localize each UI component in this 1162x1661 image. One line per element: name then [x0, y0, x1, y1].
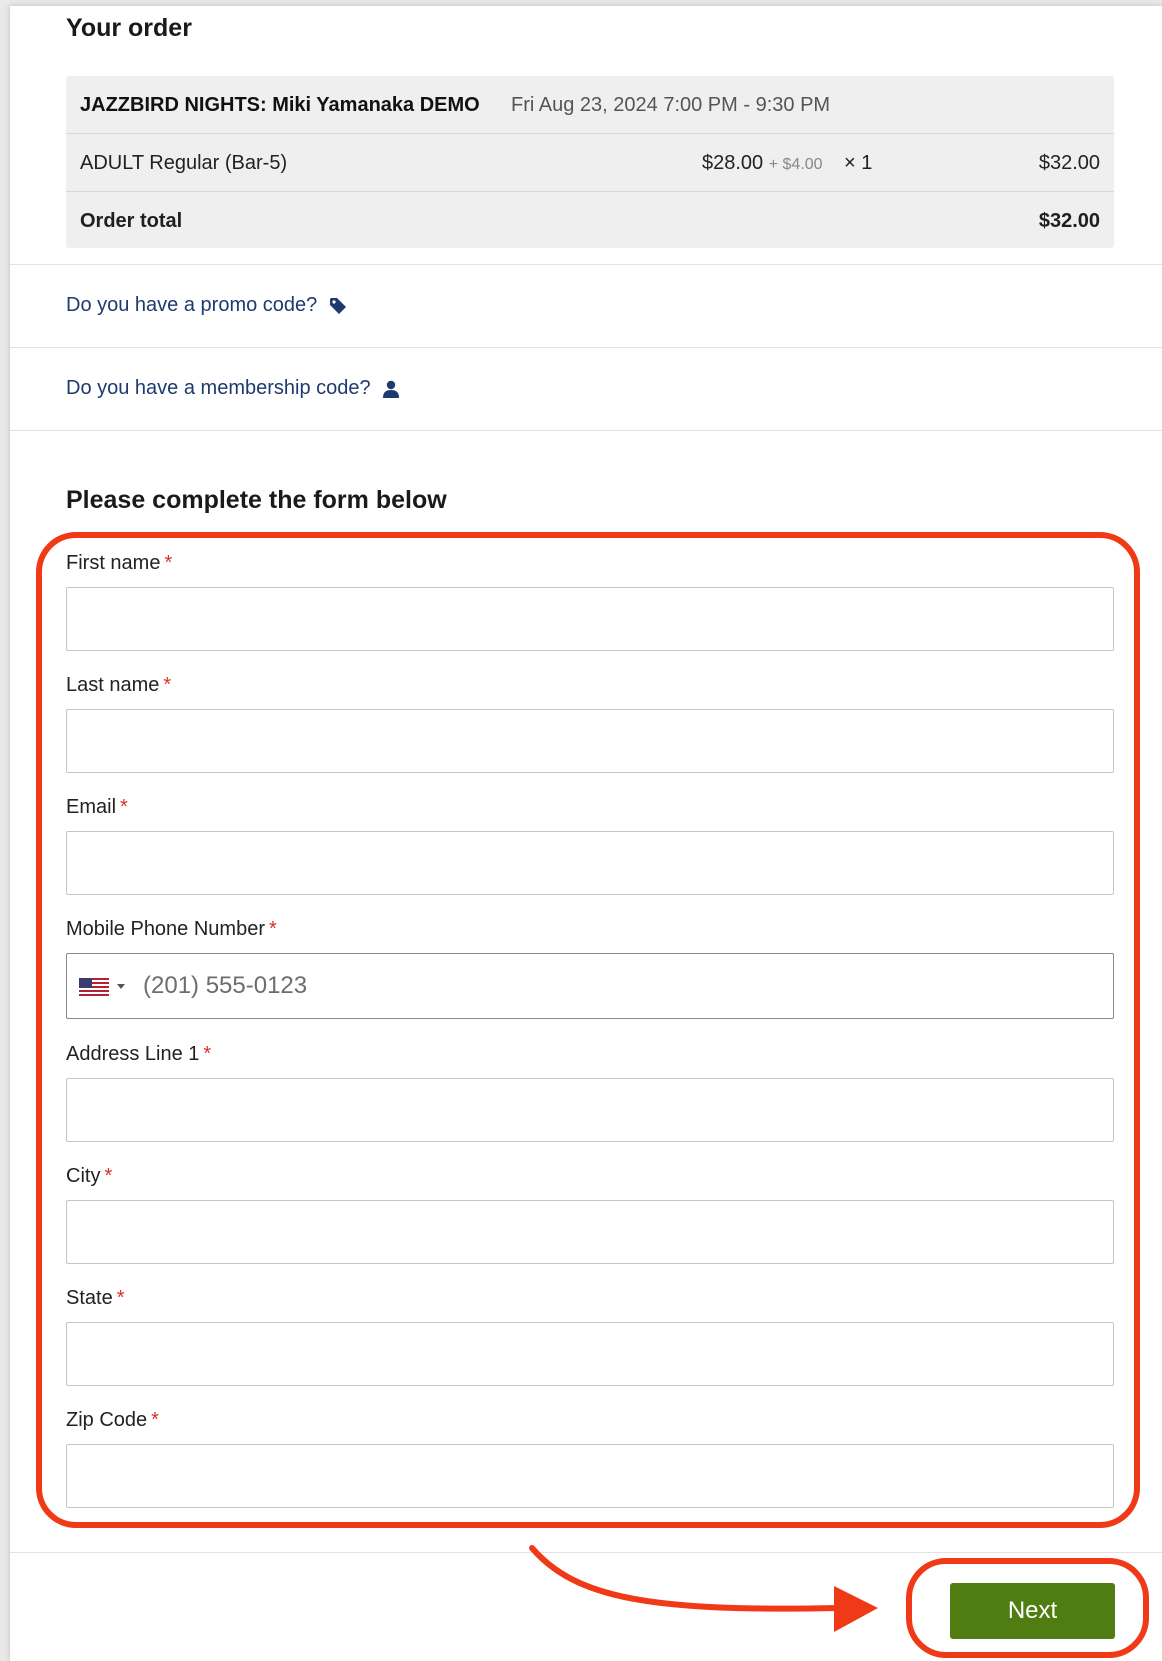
order-total-label: Order total: [80, 210, 183, 232]
next-button[interactable]: Next: [950, 1583, 1115, 1639]
ticket-row: ADULT Regular (Bar-5) $28.00 + $4.00 × 1…: [66, 134, 1114, 192]
first-name-label: First name *: [66, 552, 172, 575]
event-row: JAZZBIRD NIGHTS: Miki Yamanaka DEMO Fri …: [66, 76, 1114, 134]
required-marker: *: [164, 552, 173, 574]
promo-code-label: Do you have a promo code?: [66, 294, 318, 316]
last-name-input[interactable]: [66, 709, 1114, 773]
membership-code-label: Do you have a membership code?: [66, 377, 371, 399]
zip-label-text: Zip Code: [66, 1409, 148, 1431]
divider: [10, 264, 1162, 265]
ticket-total: $32.00: [1038, 152, 1100, 174]
promo-code-link[interactable]: Do you have a promo code?: [66, 294, 347, 317]
country-selector[interactable]: [79, 978, 125, 996]
order-summary-table: JAZZBIRD NIGHTS: Miki Yamanaka DEMO Fri …: [66, 76, 1114, 248]
ticket-name: ADULT Regular (Bar-5): [80, 152, 288, 174]
last-name-label-text: Last name: [66, 674, 160, 696]
order-total-row: Order total $32.00: [66, 192, 1114, 248]
zip-input[interactable]: [66, 1444, 1114, 1508]
required-marker: *: [163, 674, 172, 696]
address-label: Address Line 1 *: [66, 1043, 211, 1066]
city-label: City *: [66, 1165, 112, 1188]
phone-label: Mobile Phone Number *: [66, 918, 277, 941]
event-date: Fri Aug 23, 2024 7:00 PM - 9:30 PM: [511, 94, 831, 116]
divider: [10, 1552, 1162, 1553]
first-name-label-text: First name: [66, 552, 161, 574]
required-marker: *: [120, 796, 128, 818]
required-marker: *: [116, 1287, 125, 1309]
last-name-label: Last name *: [66, 674, 171, 697]
state-label-text: State: [66, 1287, 113, 1309]
ticket-price: $28.00 + $4.00: [702, 134, 823, 194]
order-title: Your order: [66, 14, 192, 42]
required-marker: *: [151, 1409, 159, 1431]
membership-code-link[interactable]: Do you have a membership code?: [66, 377, 399, 400]
chevron-down-icon: [117, 984, 125, 989]
form-title: Please complete the form below: [66, 486, 447, 514]
order-total-value: $32.00: [1038, 210, 1100, 232]
required-marker: *: [269, 918, 277, 940]
user-icon: [382, 380, 399, 398]
address-input[interactable]: [66, 1078, 1114, 1142]
zip-label: Zip Code *: [66, 1409, 159, 1432]
city-input[interactable]: [66, 1200, 1114, 1264]
state-label: State *: [66, 1287, 125, 1310]
email-input[interactable]: [66, 831, 1114, 895]
us-flag-icon: [79, 978, 109, 996]
divider: [10, 430, 1162, 431]
phone-input[interactable]: [143, 954, 1103, 1018]
address-label-text: Address Line 1: [66, 1043, 200, 1065]
phone-label-text: Mobile Phone Number: [66, 918, 265, 940]
required-marker: *: [104, 1165, 113, 1187]
state-input[interactable]: [66, 1322, 1114, 1386]
ticket-base-price: $28.00: [702, 152, 764, 174]
tag-icon: [330, 297, 347, 314]
email-label: Email *: [66, 796, 128, 819]
city-label-text: City: [66, 1165, 101, 1187]
phone-field: [66, 953, 1114, 1019]
event-name: JAZZBIRD NIGHTS: Miki Yamanaka DEMO: [80, 94, 480, 116]
email-label-text: Email: [66, 796, 117, 818]
ticket-fee: + $4.00: [768, 156, 823, 173]
first-name-input[interactable]: [66, 587, 1114, 651]
required-marker: *: [203, 1043, 212, 1065]
divider: [10, 347, 1162, 348]
ticket-quantity: × 1: [844, 152, 873, 174]
